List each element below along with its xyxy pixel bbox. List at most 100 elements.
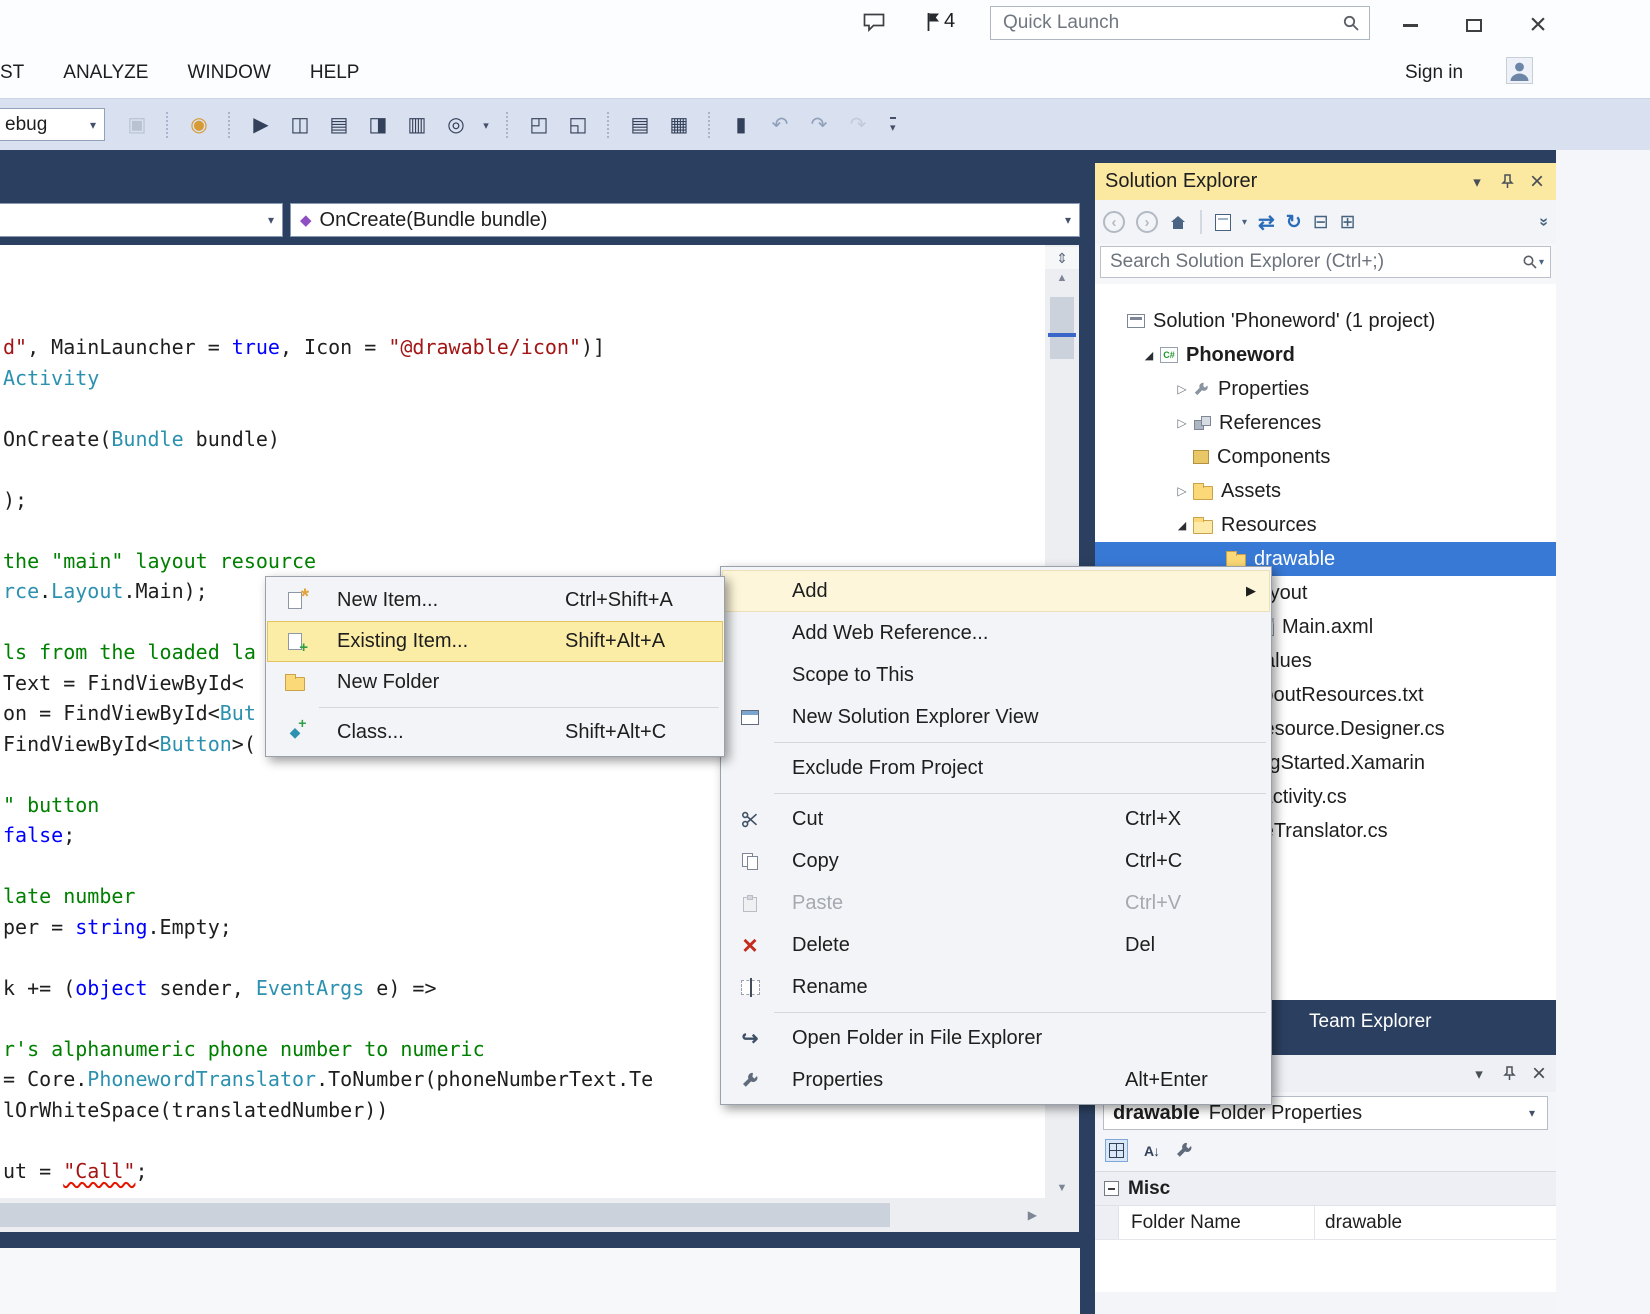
- menu-window[interactable]: WINDOW: [187, 62, 270, 84]
- nav-forward-icon[interactable]: ↷: [804, 110, 834, 140]
- bookmark-icon[interactable]: ▮: [726, 110, 756, 140]
- close-panel-button[interactable]: ×: [1522, 168, 1552, 196]
- splitter-grip-icon[interactable]: ⇕: [1045, 247, 1079, 269]
- sign-in-button[interactable]: Sign in: [1405, 47, 1463, 98]
- types-combo[interactable]: ▾: [0, 203, 283, 237]
- menu-item-delete[interactable]: DeleteDel: [722, 924, 1270, 966]
- minimize-button[interactable]: [1388, 8, 1432, 42]
- solution-configuration-combo[interactable]: ebug ▾: [0, 108, 105, 141]
- members-combo[interactable]: ◆ OnCreate(Bundle bundle) ▾: [290, 203, 1080, 237]
- expander-open-icon[interactable]: ◢: [1171, 519, 1193, 532]
- expander-closed-icon[interactable]: ▷: [1171, 416, 1193, 430]
- xamarin-mac-agent-icon[interactable]: ◉: [184, 110, 214, 140]
- notifications-flag[interactable]: 4: [925, 10, 955, 33]
- home-icon[interactable]: [1169, 214, 1187, 231]
- toolbar-overflow-icon[interactable]: ▾: [890, 117, 896, 134]
- menu-item-cut[interactable]: CutCtrl+X: [722, 798, 1270, 840]
- expander-open-icon[interactable]: ◢: [1138, 349, 1160, 362]
- tree-item-assets[interactable]: ▷Assets: [1095, 474, 1556, 508]
- chevron-down-icon[interactable]: ▾: [480, 119, 492, 132]
- maximize-button[interactable]: [1452, 8, 1496, 42]
- vertical-scrollbar-thumb[interactable]: [1050, 297, 1074, 359]
- device-log-icon[interactable]: ▥: [402, 110, 432, 140]
- tree-item-resources[interactable]: ◢Resources: [1095, 508, 1556, 542]
- menu-item-add[interactable]: Add▶: [722, 570, 1270, 612]
- menu-item-scope-to-this[interactable]: Scope to This: [722, 654, 1270, 696]
- window-position-button[interactable]: ▾: [1464, 1060, 1494, 1088]
- solution-explorer-toolbar: ▾»: [1095, 200, 1556, 244]
- menu-item-properties[interactable]: PropertiesAlt+Enter: [722, 1059, 1270, 1101]
- toolbar-overflow-icon[interactable]: »: [1535, 218, 1553, 227]
- close-panel-button[interactable]: ×: [1524, 1060, 1554, 1088]
- start-debugging-icon[interactable]: ▶: [246, 110, 276, 140]
- scroll-down-arrow-icon[interactable]: ▼: [1045, 1182, 1079, 1194]
- property-value[interactable]: drawable: [1315, 1206, 1556, 1239]
- solution-explorer-search-input[interactable]: Search Solution Explorer (Ctrl+;) ▾: [1100, 246, 1551, 278]
- property-row[interactable]: Folder Name drawable: [1095, 1206, 1556, 1240]
- window-position-button[interactable]: ▾: [1462, 168, 1492, 196]
- menu-item-existing-item[interactable]: Existing Item...Shift+Alt+A: [267, 621, 723, 662]
- expander-closed-icon[interactable]: ▷: [1171, 484, 1193, 498]
- device-screenshot-icon[interactable]: ◨: [363, 110, 393, 140]
- tree-item-solution-phoneword-1-project[interactable]: Solution 'Phoneword' (1 project): [1095, 304, 1556, 338]
- open-document-icon[interactable]: ◱: [563, 110, 593, 140]
- alphabetical-icon[interactable]: [1144, 1143, 1159, 1159]
- scroll-up-arrow-icon[interactable]: ▲: [1045, 272, 1079, 284]
- new-view-icon: [741, 710, 759, 725]
- menu-item-shortcut: Shift+Alt+C: [565, 721, 713, 744]
- editor-horizontal-scrollbar[interactable]: ▶: [0, 1198, 1045, 1232]
- tab-team-explorer[interactable]: Team Explorer: [1295, 1005, 1446, 1039]
- profile-icon[interactable]: ◎: [441, 110, 471, 140]
- menu-item-class[interactable]: Class...Shift+Alt+C: [267, 712, 723, 753]
- quick-launch-input[interactable]: Quick Launch: [990, 6, 1370, 40]
- show-all-files-icon[interactable]: [1340, 211, 1356, 234]
- scroll-right-arrow-icon[interactable]: ▶: [1028, 1198, 1037, 1232]
- categorized-button-selected[interactable]: [1105, 1139, 1128, 1162]
- menu-analyze[interactable]: ANALYZE: [63, 62, 148, 84]
- menu-item-new-item[interactable]: New Item...Ctrl+Shift+A: [267, 580, 723, 621]
- device-preview-icon[interactable]: ◫: [285, 110, 315, 140]
- menu-item-rename[interactable]: Rename: [722, 966, 1270, 1008]
- tree-item-components[interactable]: Components: [1095, 440, 1556, 474]
- chevron-down-icon[interactable]: ▾: [1539, 257, 1544, 268]
- menu-item-exclude-from-project[interactable]: Exclude From Project: [722, 747, 1270, 789]
- expander-closed-icon[interactable]: ▷: [1171, 382, 1193, 396]
- pin-icon[interactable]: [1492, 168, 1522, 196]
- menu-item-label: Paste: [770, 892, 1125, 915]
- collapse-icon[interactable]: [1104, 1181, 1119, 1196]
- list-members-icon[interactable]: ▤: [625, 110, 655, 140]
- nav-backward-icon[interactable]: ↶: [765, 110, 795, 140]
- sync-icon[interactable]: [1258, 210, 1275, 235]
- scope-icon[interactable]: [1215, 214, 1231, 231]
- tree-item-properties[interactable]: ▷Properties: [1095, 372, 1556, 406]
- menu-item-open-folder-in-file-explorer[interactable]: Open Folder in File Explorer: [722, 1017, 1270, 1059]
- horizontal-scrollbar-thumb[interactable]: [0, 1203, 890, 1227]
- tree-item-phoneword[interactable]: ◢Phoneword: [1095, 338, 1556, 372]
- menu-item-label: Rename: [770, 976, 1125, 999]
- categorized-icon[interactable]: [1109, 1143, 1124, 1158]
- menu-item-copy[interactable]: CopyCtrl+C: [722, 840, 1270, 882]
- menu-item-label: New Folder: [315, 671, 565, 694]
- properties-category-header[interactable]: Misc: [1095, 1172, 1556, 1206]
- menu-item-add-web-reference[interactable]: Add Web Reference...: [722, 612, 1270, 654]
- refresh-icon[interactable]: [1286, 211, 1302, 234]
- pin-icon[interactable]: [1494, 1060, 1524, 1088]
- menu-icon-cell: [730, 852, 770, 871]
- menu-st[interactable]: ST: [0, 62, 24, 84]
- close-button[interactable]: ×: [1516, 8, 1560, 42]
- wrench-icon[interactable]: [1175, 1141, 1194, 1160]
- menu-item-new-solution-explorer-view[interactable]: New Solution Explorer View: [722, 696, 1270, 738]
- method-icon: ◆: [300, 211, 312, 229]
- collapse-all-icon[interactable]: [1313, 211, 1329, 234]
- tree-item-references[interactable]: ▷References: [1095, 406, 1556, 440]
- deploy-icon[interactable]: ▤: [324, 110, 354, 140]
- menu-help[interactable]: HELP: [310, 62, 360, 84]
- new-window-icon[interactable]: ◰: [524, 110, 554, 140]
- menu-icon-cell: [730, 1071, 770, 1090]
- parameter-info-icon[interactable]: ▦: [664, 110, 694, 140]
- feedback-icon[interactable]: [862, 12, 886, 33]
- properties-icon: [1193, 381, 1210, 398]
- menu-item-new-folder[interactable]: New Folder: [267, 662, 723, 703]
- account-icon[interactable]: [1506, 57, 1533, 84]
- chevron-down-icon[interactable]: ▾: [1242, 217, 1247, 228]
